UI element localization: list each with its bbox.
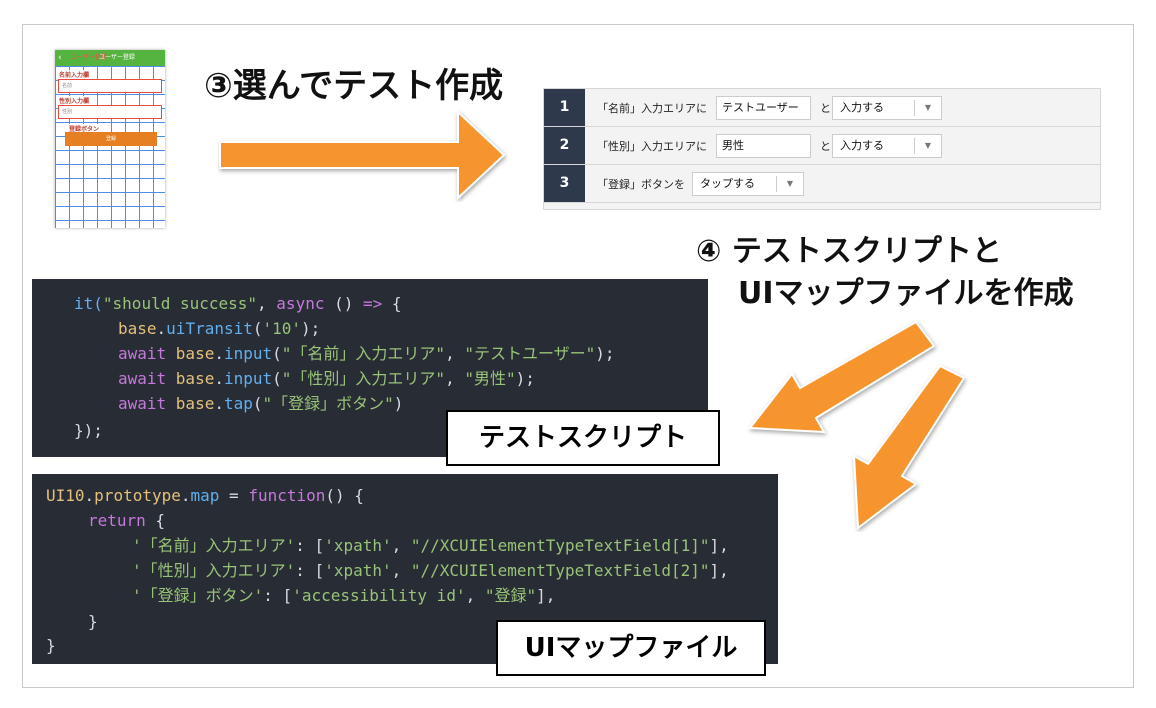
step-target: 「性別」入力エリアに — [597, 140, 707, 153]
nav-title: ユーザー登録 — [99, 54, 135, 61]
step-value-input[interactable]: テストユーザー — [716, 96, 811, 120]
step-action-select[interactable]: 入力する ▼ — [832, 96, 942, 120]
chevron-down-icon: ▼ — [914, 100, 941, 116]
step3-heading: ③選んでテスト作成 — [204, 66, 504, 106]
step4-heading-line1: ④ テストスクリプトと — [696, 234, 1002, 269]
step-number: 3 — [544, 165, 585, 202]
step-number: 2 — [544, 127, 585, 164]
test-steps-table: 1 「名前」入力エリアに テストユーザー と 入力する ▼ 2 「性別」入力エリア… — [543, 88, 1101, 210]
app-screenshot: ‹ ユーザー登録 ユーザー登録 名前入力欄 名前 性別入力欄 性別 登録ボタン … — [55, 50, 165, 228]
step-conjunction: と — [820, 140, 831, 153]
code-line: }); — [74, 421, 103, 440]
right-arrow — [219, 109, 506, 201]
chevron-down-icon: ▼ — [776, 176, 803, 192]
register-button: 登録 — [65, 132, 157, 146]
step-action-select[interactable]: タップする ▼ — [692, 172, 804, 196]
back-icon: ‹ — [58, 53, 62, 63]
arrow-to-map — [852, 364, 966, 530]
step-conjunction: と — [820, 102, 831, 115]
code-line: await base.tap("「登録」ボタン") — [118, 394, 404, 413]
app-nav-bar: ‹ ユーザー登録 ユーザー登録 — [55, 50, 165, 66]
name-field-label: 名前入力欄 — [59, 70, 90, 79]
code-line: base.uiTransit('10'); — [118, 319, 321, 338]
gender-field-label: 性別入力欄 — [59, 96, 90, 105]
step-target: 「名前」入力エリアに — [597, 102, 707, 115]
test-script-label: テストスクリプト — [446, 410, 720, 466]
step-action-select[interactable]: 入力する ▼ — [832, 134, 942, 158]
code-line: } — [88, 612, 98, 631]
step-action-value: タップする — [700, 177, 755, 190]
code-line: await base.input("「名前」入力エリア", "テストユーザー")… — [118, 344, 615, 363]
step-row: 1 「名前」入力エリアに テストユーザー と 入力する ▼ — [544, 89, 1100, 127]
step-action-value: 入力する — [840, 139, 884, 152]
code-line: UI10.prototype.map = function() { — [46, 486, 364, 505]
name-field: 名前 — [58, 79, 162, 93]
ui-map-label: UIマップファイル — [496, 620, 766, 676]
step-row: 2 「性別」入力エリアに 男性 と 入力する ▼ — [544, 127, 1100, 165]
code-line: '「登録」ボタン': ['accessibility id', "登録"], — [132, 586, 556, 605]
code-line: it("should success", async () => { — [74, 294, 402, 313]
step-target: 「登録」ボタンを — [597, 178, 685, 191]
code-line: return { — [88, 511, 166, 530]
chevron-down-icon: ▼ — [914, 138, 941, 154]
step4-heading-line2: UIマップファイルを作成 — [738, 276, 1074, 311]
gender-field: 性別 — [58, 105, 162, 119]
step-number: 1 — [544, 89, 585, 126]
step-action-value: 入力する — [840, 101, 884, 114]
step-value-input[interactable]: 男性 — [716, 134, 811, 158]
code-line: await base.input("「性別」入力エリア", "男性"); — [118, 369, 535, 388]
step-row: 3 「登録」ボタンを タップする ▼ — [544, 165, 1100, 203]
code-line: '「名前」入力エリア': ['xpath', "//XCUIElementTyp… — [132, 536, 729, 555]
code-line: } — [46, 636, 56, 655]
code-line: '「性別」入力エリア': ['xpath', "//XCUIElementTyp… — [132, 561, 729, 580]
